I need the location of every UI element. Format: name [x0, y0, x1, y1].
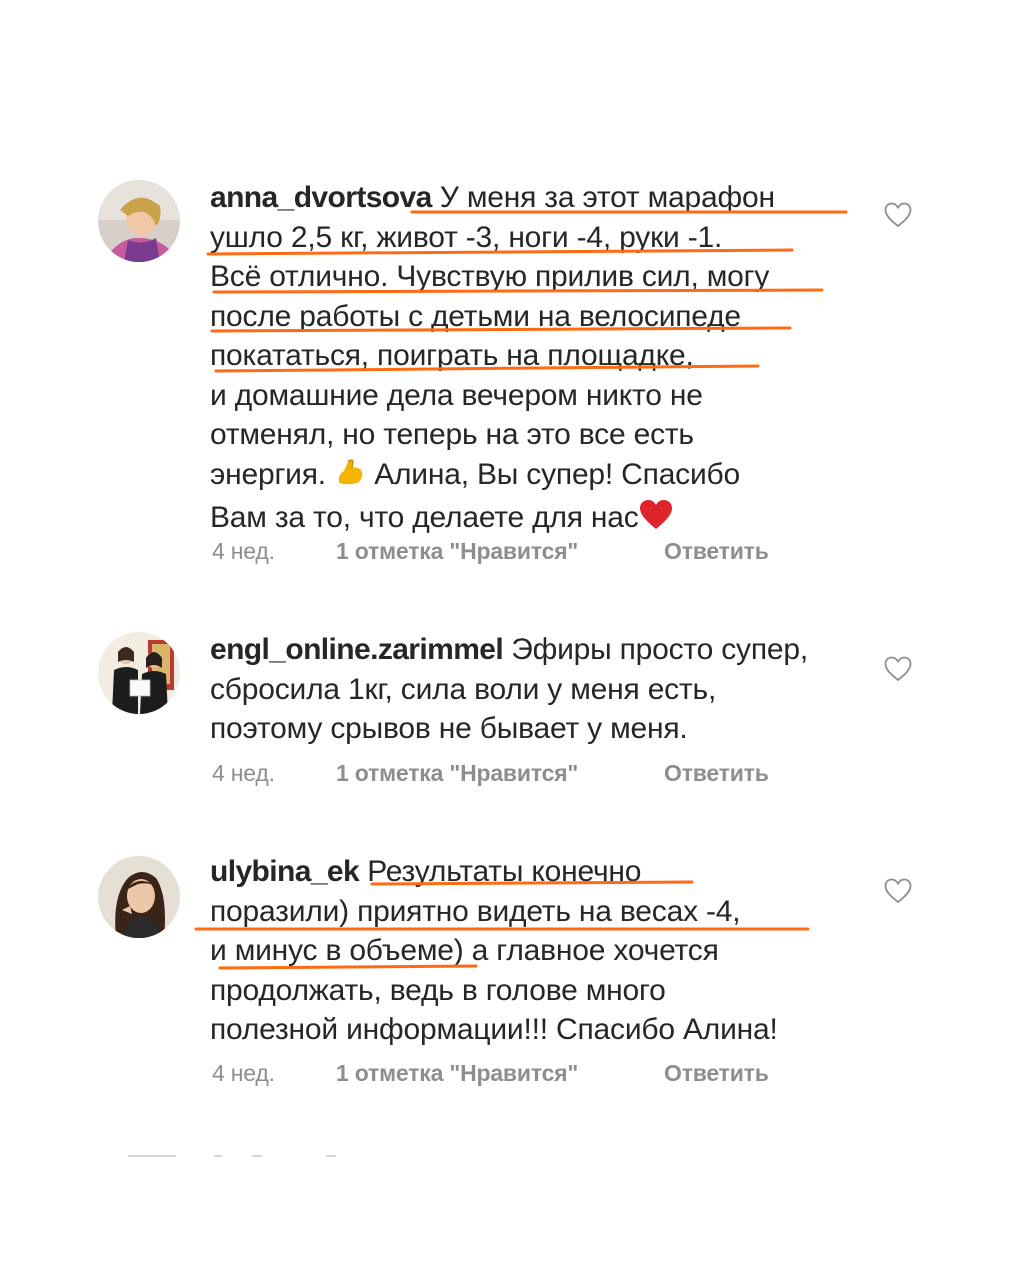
comment-username[interactable]: engl_online.zarimmel: [210, 633, 504, 666]
avatar[interactable]: [98, 632, 180, 714]
reply-button[interactable]: Ответить: [664, 760, 769, 787]
likes-count[interactable]: 1 отметка "Нравится": [336, 1060, 578, 1087]
flexed-biceps-icon: [334, 456, 366, 499]
avatar[interactable]: [98, 856, 180, 938]
like-heart-icon[interactable]: [884, 202, 912, 228]
comment-text: ulybina_ek Результаты конечно поразили) …: [210, 855, 778, 1046]
likes-count[interactable]: 1 отметка "Нравится": [336, 538, 578, 565]
comment-text: anna_dvortsova У меня за этот марафон уш…: [210, 178, 850, 542]
red-heart-icon: [639, 499, 673, 542]
reply-button[interactable]: Ответить: [664, 538, 769, 565]
comment-time: 4 нед.: [212, 760, 275, 786]
comment-username[interactable]: anna_dvortsova: [210, 181, 432, 214]
comment-time: 4 нед.: [212, 1060, 275, 1086]
like-heart-icon[interactable]: [884, 878, 912, 904]
like-heart-icon[interactable]: [884, 656, 912, 682]
reply-button[interactable]: Ответить: [664, 1060, 769, 1087]
comment-text: engl_online.zarimmel Эфиры просто супер,…: [210, 633, 809, 745]
comment-time: 4 нед.: [212, 538, 275, 564]
next-comment-fragment: [128, 1155, 336, 1157]
comment-username[interactable]: ulybina_ek: [210, 855, 360, 888]
avatar[interactable]: [98, 180, 180, 262]
likes-count[interactable]: 1 отметка "Нравится": [336, 760, 578, 787]
